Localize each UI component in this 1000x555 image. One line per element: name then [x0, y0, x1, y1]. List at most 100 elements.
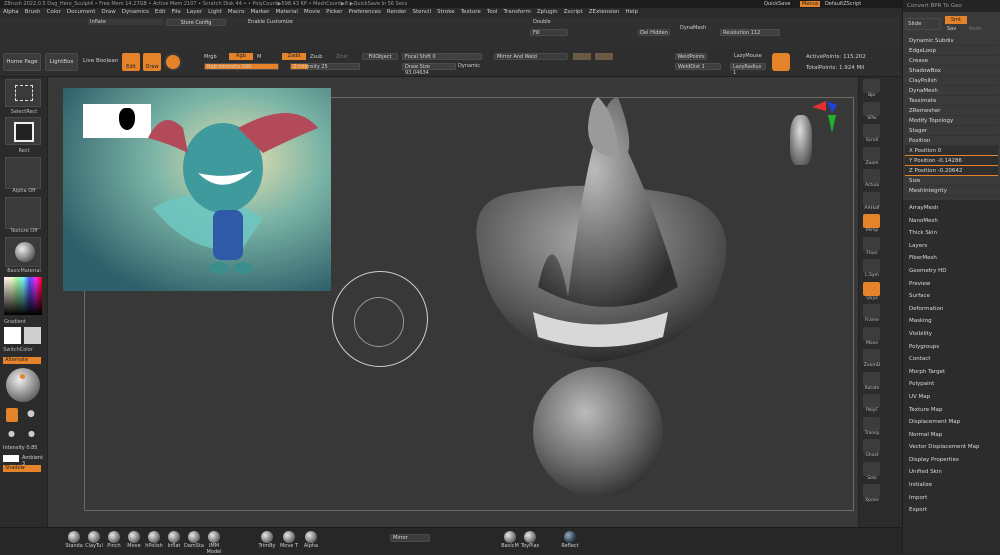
menu-color[interactable]: Color [47, 9, 61, 15]
geometry-item[interactable]: Y Position -0.14286 [905, 156, 998, 166]
select-rect-tile[interactable] [5, 79, 41, 107]
draw-size-slider[interactable]: Draw Size 93.04634 [402, 63, 456, 76]
inflate-slider[interactable]: Inflate [88, 19, 163, 25]
menu-light[interactable]: Light [208, 9, 222, 15]
shelf-actual-button[interactable]: Actual [863, 169, 881, 188]
shelf-persp-button[interactable]: Persp [863, 214, 881, 233]
menu-preferences[interactable]: Preferences [349, 9, 381, 15]
mrgb-button[interactable]: Mrgb [204, 54, 217, 60]
subpalette-polygroups[interactable]: Polygroups [903, 341, 1000, 354]
geometry-item[interactable]: Modify Topology [905, 116, 998, 126]
lazymouse-icon[interactable] [772, 53, 790, 71]
geometry-item[interactable]: MeshIntegrity [905, 186, 998, 196]
secondary-color-swatch[interactable] [24, 327, 41, 344]
light-bulb-2-icon[interactable]: ● [27, 409, 37, 421]
color-picker[interactable] [4, 277, 42, 315]
subpalette-export[interactable]: Export [903, 504, 1000, 517]
geometry-item[interactable]: Position [905, 136, 998, 146]
subpalette-normal-map[interactable]: Normal Map [903, 429, 1000, 442]
zcut-button[interactable]: Zcut [336, 54, 347, 60]
menu-alpha[interactable]: Alpha [3, 9, 19, 15]
menu-movie[interactable]: Movie [304, 9, 320, 15]
viewport-canvas[interactable] [48, 77, 858, 527]
primary-color-swatch[interactable] [4, 327, 21, 344]
quicksave-button[interactable]: QuickSave [764, 1, 790, 7]
lazyradius-slider[interactable]: LazyRadius 1 [730, 63, 766, 76]
menu-zextension[interactable]: ZExtension [589, 9, 620, 15]
menu-stencil[interactable]: Stencil [412, 9, 431, 15]
z-intensity-slider[interactable]: Z Intensity 25 [290, 63, 360, 70]
light-bulb-icon[interactable] [6, 408, 18, 422]
switch-color-label[interactable]: SwitchColor [0, 347, 36, 353]
axis-gizmo[interactable] [812, 101, 842, 135]
lazymouse-button[interactable]: LazyMouse [734, 53, 762, 59]
material-reflect[interactable]: Reflect [558, 531, 582, 549]
shelf-floor-button[interactable]: Floor [863, 236, 881, 256]
subpalette-texture-map[interactable]: Texture Map [903, 404, 1000, 417]
zadd-button[interactable]: Zadd [282, 53, 306, 60]
subpalette-uv-map[interactable]: UV Map [903, 391, 1000, 404]
alpha-tile[interactable] [5, 157, 41, 189]
shelf-scroll-button[interactable]: Scroll [863, 124, 881, 143]
smt-button[interactable]: Smt [945, 16, 967, 24]
subpalette-deformation[interactable]: Deformation [903, 303, 1000, 316]
weld-points-button[interactable]: WeldPoints [675, 53, 707, 60]
intensity-slider[interactable]: Intensity 0.85 [3, 445, 38, 451]
light-bulb-3-icon[interactable]: ● [8, 429, 18, 441]
menu-file[interactable]: File [172, 9, 181, 15]
shelf-xpose-button[interactable]: Xpose [863, 484, 881, 503]
shelf-frame-button[interactable]: Frame [863, 304, 881, 323]
ambient-swatch[interactable] [3, 455, 19, 462]
shelf-rotate-button[interactable]: Rotate [863, 371, 881, 391]
menu-marker[interactable]: Marker [251, 9, 270, 15]
geometry-item[interactable]: X Position 0 [905, 146, 998, 156]
light-dot-icon[interactable] [20, 374, 25, 379]
material-tile[interactable] [5, 237, 41, 267]
home-page-button[interactable]: Home Page [3, 53, 41, 71]
subpalette-vector-displacement-map[interactable]: Vector Displacement Map [903, 441, 1000, 454]
menu-macro[interactable]: Macro [228, 9, 245, 15]
store-config-button[interactable]: Store Config [166, 19, 226, 26]
shelf-ghost-button[interactable]: Ghost [863, 439, 881, 458]
edit-button[interactable]: Edit [122, 53, 140, 71]
brush-imm-model[interactable]: IMM Model [202, 531, 226, 555]
geometry-item[interactable]: Size [905, 176, 998, 186]
rgb-button[interactable]: Rgb [229, 53, 253, 60]
focal-shift-slider[interactable]: Focal Shift 0 [402, 53, 482, 60]
subpalette-display-properties[interactable]: Display Properties [903, 454, 1000, 467]
weld-dist-slider[interactable]: WeldDist 1 [675, 63, 721, 70]
menu-layer[interactable]: Layer [187, 9, 202, 15]
dynamesh-button[interactable]: DynaMesh [680, 25, 706, 31]
slide-button[interactable]: Slide [905, 18, 941, 30]
fill-object-button[interactable]: FillObject [362, 53, 398, 60]
shelf-qxyz-button[interactable]: Qxyz [863, 281, 881, 301]
menu-brush[interactable]: Brush [25, 9, 41, 15]
material-toyplas[interactable]: ToyPlas [518, 531, 542, 549]
del-hidden-button[interactable]: Del Hidden [638, 29, 670, 36]
menu-transform[interactable]: Transform [503, 9, 530, 15]
subpalette-fibermesh[interactable]: FiberMesh [903, 252, 1000, 265]
menu-edit[interactable]: Edit [155, 9, 166, 15]
brush-move-t[interactable]: Move T [277, 531, 301, 549]
texture-tile[interactable] [5, 197, 41, 229]
geometry-item[interactable]: Crease [905, 56, 998, 66]
light-bulb-4-icon[interactable]: ● [28, 429, 38, 441]
geometry-item[interactable]: Z Position -0.20642 [905, 166, 998, 176]
fill-button[interactable]: Fill [530, 29, 568, 36]
rgb-intensity-slider[interactable]: Rgb Intensity 100 [204, 63, 279, 70]
menu-picker[interactable]: Picker [326, 9, 342, 15]
subpalette-polypaint[interactable]: Polypaint [903, 378, 1000, 391]
menu-zscript[interactable]: Zscript [564, 9, 583, 15]
brush-alpha[interactable]: Alpha [299, 531, 323, 549]
subpalette-layers[interactable]: Layers [903, 240, 1000, 253]
shelf-spix-button[interactable]: SPix [863, 101, 881, 121]
geometry-item[interactable]: Tessimate [905, 96, 998, 106]
live-boolean-button[interactable]: Live Boolean [83, 58, 118, 64]
subpalette-masking[interactable]: Masking [903, 315, 1000, 328]
shelf-polyf-button[interactable]: PolyF [863, 394, 881, 413]
menu-draw[interactable]: Draw [101, 9, 115, 15]
subpalette-displacement-map[interactable]: Displacement Map [903, 416, 1000, 429]
subpalette-unified-skin[interactable]: Unified Skin [903, 466, 1000, 479]
menu-texture[interactable]: Texture [461, 9, 481, 15]
shadow-button[interactable]: Shadow [3, 465, 41, 472]
